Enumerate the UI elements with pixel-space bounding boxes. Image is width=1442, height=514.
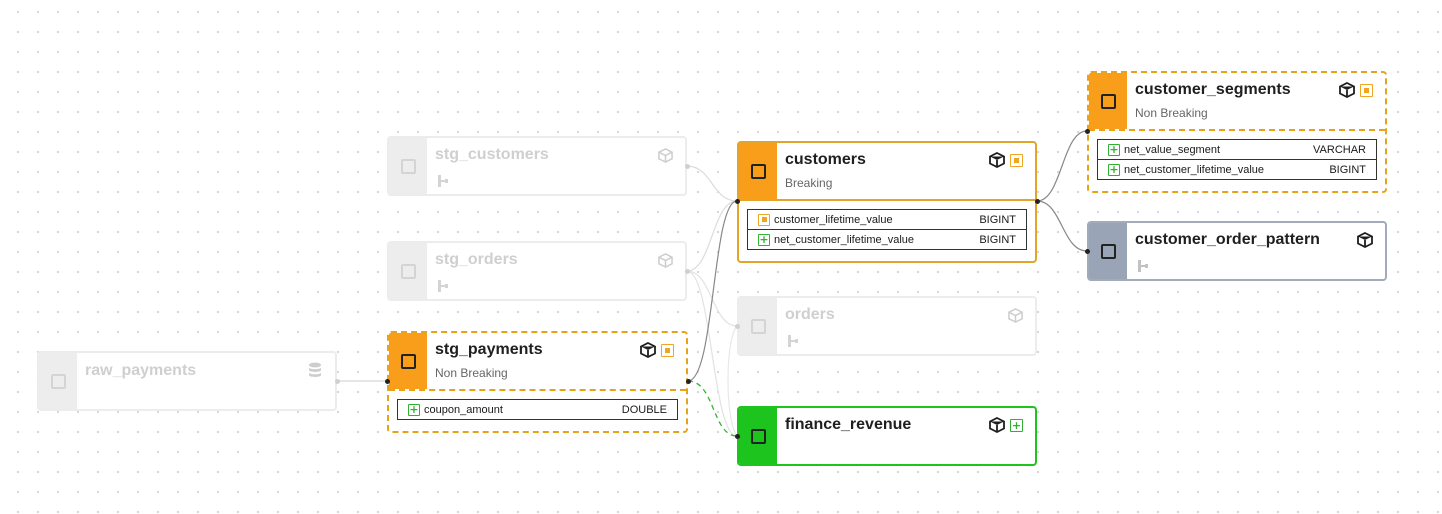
node-select-area[interactable] [1089, 73, 1127, 129]
edge-stg-orders-to-orders [686, 270, 738, 327]
node-customer-order-pattern[interactable]: customer_order_pattern [1087, 221, 1387, 281]
port[interactable] [335, 379, 340, 384]
port[interactable] [735, 434, 740, 439]
change-category: Breaking [785, 176, 833, 190]
node-select-area[interactable] [39, 353, 77, 409]
node-select-area[interactable] [739, 143, 777, 199]
added-icon: + [1108, 143, 1120, 156]
column-name: customer_lifetime_value [774, 213, 893, 226]
edge-stg-payments-to-customers [687, 200, 738, 382]
column-list: customer_lifetime_value BIGINT + net_cus… [747, 209, 1027, 250]
column-row[interactable]: + coupon_amount DOUBLE [398, 400, 677, 419]
port[interactable] [686, 379, 691, 384]
node-stg-customers[interactable]: stg_customers [387, 136, 687, 196]
column-list: + net_value_segment VARCHAR + net_custom… [1097, 139, 1377, 180]
node-title: customer_segments [1135, 81, 1291, 98]
port[interactable] [735, 199, 740, 204]
column-row[interactable]: customer_lifetime_value BIGINT [748, 210, 1026, 230]
column-type: BIGINT [1329, 163, 1366, 176]
change-category: Non Breaking [1135, 106, 1208, 120]
modified-icon [1360, 83, 1373, 97]
column-row[interactable]: + net_customer_lifetime_value BIGINT [748, 230, 1026, 249]
column-name: net_customer_lifetime_value [774, 233, 915, 246]
port[interactable] [685, 269, 690, 274]
node-stg-payments[interactable]: stg_payments Non Breaking + coupon_amoun… [387, 331, 688, 433]
node-title: stg_payments [435, 341, 543, 358]
node-raw-payments[interactable]: raw_payments [37, 351, 337, 411]
cube-icon [1007, 307, 1023, 323]
cube-icon [989, 152, 1005, 168]
select-checkbox[interactable] [400, 158, 416, 174]
edge-stg-orders-to-customers [686, 200, 738, 272]
node-select-area[interactable] [739, 408, 777, 464]
column-type: DOUBLE [621, 403, 667, 416]
node-select-area[interactable] [389, 333, 427, 389]
cube-icon [657, 147, 673, 163]
edge-stg-customers-to-customers [686, 165, 738, 202]
column-row[interactable]: + net_customer_lifetime_value BIGINT [1098, 160, 1376, 179]
node-select-area[interactable] [389, 138, 427, 194]
node-select-area[interactable] [1089, 223, 1127, 279]
edge-stg-orders-to-finance [686, 270, 738, 437]
column-type: VARCHAR [1313, 143, 1366, 156]
lineage-icon[interactable] [1137, 259, 1149, 276]
added-icon: + [1108, 163, 1120, 176]
port[interactable] [1085, 249, 1090, 254]
cube-icon [657, 252, 673, 268]
node-title: stg_orders [435, 251, 518, 268]
cube-icon [640, 342, 656, 358]
select-checkbox[interactable] [750, 318, 766, 334]
cube-icon [989, 417, 1005, 433]
port[interactable] [1085, 129, 1090, 134]
added-icon: + [1010, 418, 1023, 432]
node-stg-orders[interactable]: stg_orders [387, 241, 687, 301]
node-select-area[interactable] [739, 298, 777, 354]
node-customers[interactable]: customers Breaking customer_lifetime_val… [737, 141, 1037, 263]
select-checkbox[interactable] [750, 163, 766, 179]
node-title: stg_customers [435, 146, 549, 163]
column-type: BIGINT [979, 213, 1016, 226]
cube-icon [1339, 82, 1355, 98]
edge-stg-payments-to-finance-revenue [687, 380, 738, 437]
port[interactable] [685, 164, 690, 169]
select-checkbox[interactable] [400, 263, 416, 279]
modified-icon [661, 343, 674, 357]
lineage-icon[interactable] [787, 334, 799, 351]
port[interactable] [385, 379, 390, 384]
node-orders[interactable]: orders [737, 296, 1037, 356]
column-name: coupon_amount [424, 403, 503, 416]
added-icon: + [758, 233, 770, 246]
select-checkbox[interactable] [400, 353, 416, 369]
database-icon [307, 362, 323, 378]
node-select-area[interactable] [389, 243, 427, 299]
node-title: finance_revenue [785, 416, 912, 433]
port[interactable] [735, 324, 740, 329]
select-checkbox[interactable] [1100, 243, 1116, 259]
lineage-icon[interactable] [437, 174, 449, 191]
edge-customers-to-customer-segments [1036, 130, 1088, 202]
lineage-icon[interactable] [437, 279, 449, 296]
node-title: orders [785, 306, 835, 323]
edge-orders-to-finance [727, 325, 738, 437]
select-checkbox[interactable] [750, 428, 766, 444]
modified-icon [1010, 153, 1023, 167]
column-row[interactable]: + net_value_segment VARCHAR [1098, 140, 1376, 160]
change-category: Non Breaking [435, 366, 508, 380]
select-checkbox[interactable] [1100, 93, 1116, 109]
column-type: BIGINT [979, 233, 1016, 246]
modified-icon [758, 213, 770, 226]
column-name: net_customer_lifetime_value [1124, 163, 1265, 176]
node-title: customers [785, 151, 866, 168]
cube-icon [1357, 232, 1373, 248]
node-customer-segments[interactable]: customer_segments Non Breaking + net_val… [1087, 71, 1387, 193]
select-checkbox[interactable] [50, 373, 66, 389]
edge-customers-to-customer-order-pattern [1036, 200, 1088, 252]
column-name: net_value_segment [1124, 143, 1221, 156]
added-icon: + [408, 403, 420, 416]
port[interactable] [1035, 199, 1040, 204]
node-title: raw_payments [85, 362, 197, 379]
node-finance-revenue[interactable]: finance_revenue + [737, 406, 1037, 466]
column-list: + coupon_amount DOUBLE [397, 399, 678, 420]
node-title: customer_order_pattern [1135, 231, 1320, 248]
